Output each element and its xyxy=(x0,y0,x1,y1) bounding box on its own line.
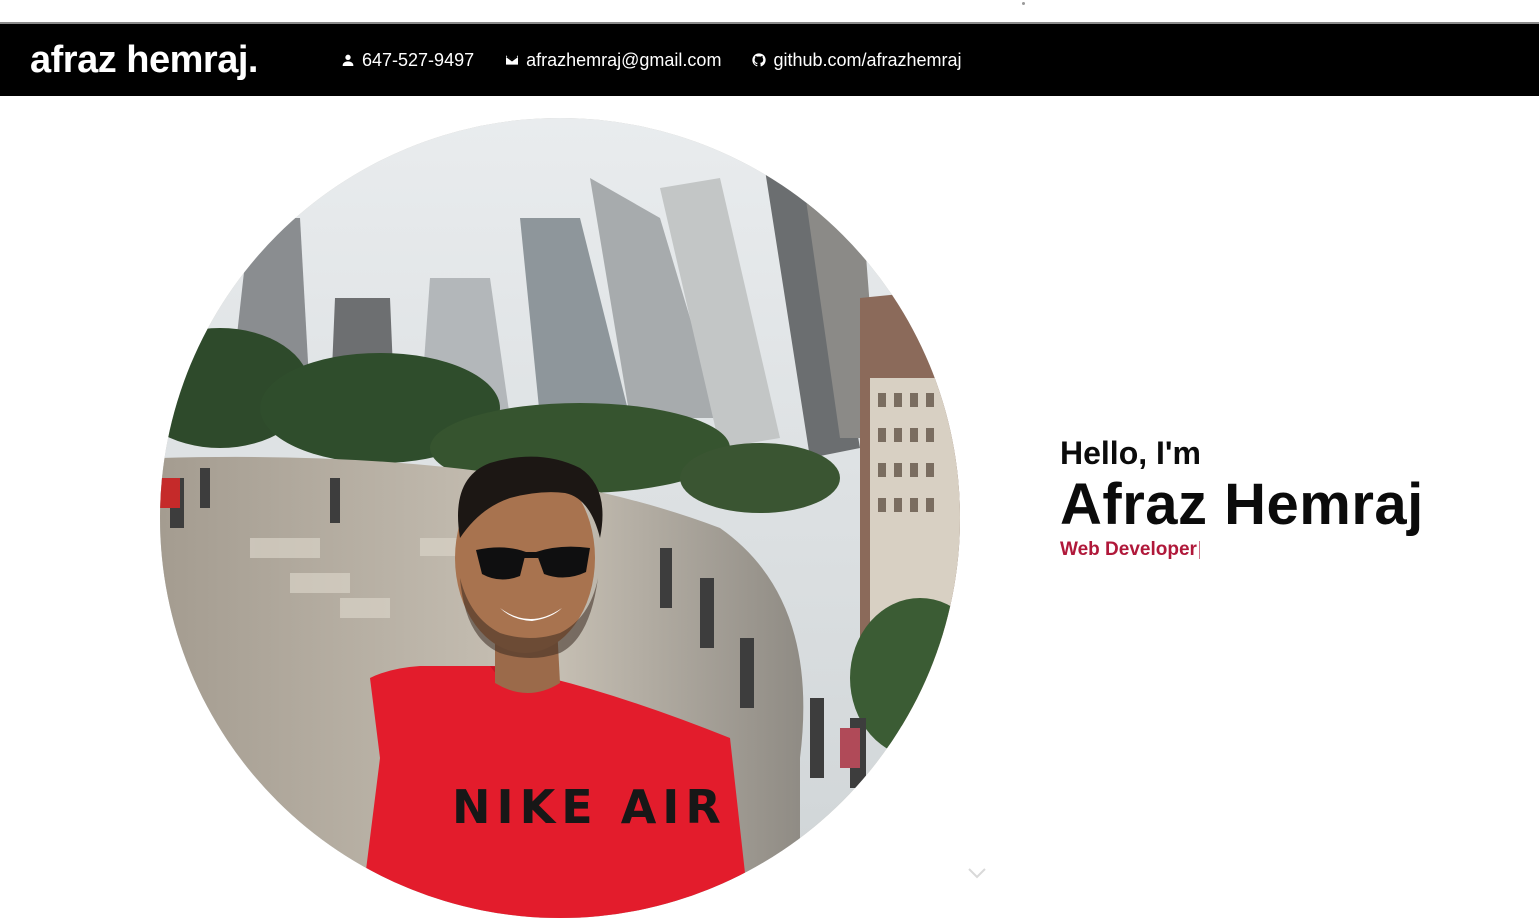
profile-photo: NIKE AIR xyxy=(160,118,960,918)
email-label: afrazhemraj@gmail.com xyxy=(526,50,722,70)
navbar: afraz hemraj. 647-527-9497 afrazhemraj@g… xyxy=(0,24,1539,96)
github-icon xyxy=(752,53,767,67)
top-dot xyxy=(1022,2,1025,5)
mail-icon xyxy=(506,55,519,65)
typing-cursor xyxy=(1198,541,1200,559)
email-link[interactable]: afrazhemraj@gmail.com xyxy=(504,48,721,72)
github-label: github.com/afrazhemraj xyxy=(773,50,962,70)
greeting-heading: Hello, I'm xyxy=(1060,435,1201,471)
brand-logo[interactable]: afraz hemraj. xyxy=(30,38,258,82)
phone-link[interactable]: 647-527-9497 xyxy=(340,48,474,72)
github-link[interactable]: github.com/afrazhemraj xyxy=(751,48,962,72)
phone-label: 647-527-9497 xyxy=(362,50,475,70)
contact-links: 647-527-9497 afrazhemraj@gmail.com githu… xyxy=(340,48,962,72)
scroll-down-button[interactable] xyxy=(967,866,987,880)
profile-photo-illustration: NIKE AIR xyxy=(160,118,960,918)
intro-block: Hello, I'm Afraz Hemraj Web Developer xyxy=(1060,434,1424,562)
person-icon xyxy=(342,54,354,66)
chevron-down-icon xyxy=(968,868,986,879)
role-line: Web Developer xyxy=(1060,538,1424,562)
shirt-text: NIKE AIR xyxy=(452,780,727,834)
role-text: Web Developer xyxy=(1060,539,1197,560)
name-heading: Afraz Hemraj xyxy=(1060,472,1424,537)
browser-top-strip xyxy=(0,0,1539,24)
